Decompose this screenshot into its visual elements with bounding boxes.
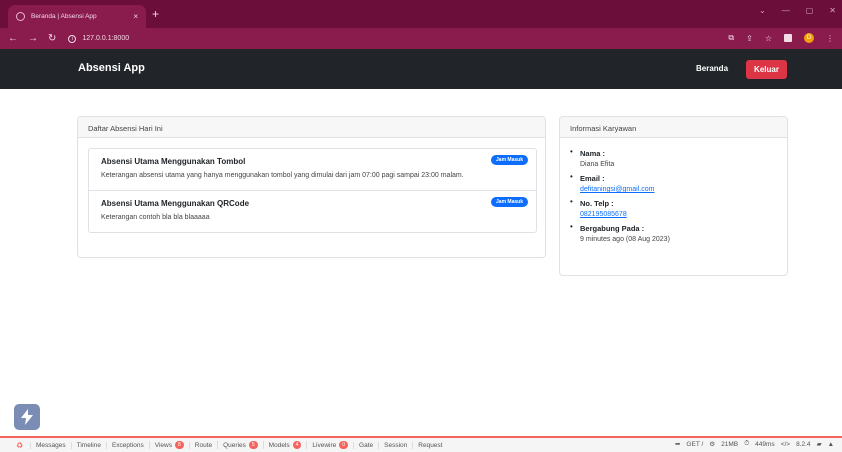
toolbar-icons: ⧉ ⇪ ☆ D ⋮ xyxy=(728,33,834,43)
count-badge: 8 xyxy=(174,441,184,449)
attendance-card-header: Daftar Absensi Hari Ini xyxy=(78,117,545,138)
debug-tab-views[interactable]: Views 8 xyxy=(148,441,189,449)
maximize-icon[interactable]: ▢ xyxy=(806,6,814,15)
request-method[interactable]: GET / xyxy=(686,441,703,448)
email-label: Email : xyxy=(580,174,605,183)
name-value: Diana Efita xyxy=(580,161,615,168)
address-bar: ← → ↻ i 127.0.0.1:8000 ⧉ ⇪ ☆ D ⋮ xyxy=(0,28,842,49)
phone-label: No. Telp : xyxy=(580,199,614,208)
globe-icon xyxy=(16,12,25,21)
phone-link[interactable]: 082195085678 xyxy=(580,209,670,220)
new-tab-icon[interactable]: + xyxy=(152,8,159,20)
list-item-description: Keterangan absensi utama yang hanya meng… xyxy=(101,172,464,179)
joined-value: 9 minutes ago (08 Aug 2023) xyxy=(580,236,670,243)
close-icon[interactable]: ✕ xyxy=(829,6,836,15)
logout-button[interactable]: Keluar xyxy=(746,60,787,79)
status-badge: Jam Masuk xyxy=(491,197,528,207)
debug-tab-gate[interactable]: Gate xyxy=(353,441,378,449)
attendance-item-qrcode[interactable]: Absensi Utama Menggunakan QRCode Keteran… xyxy=(89,191,536,232)
info-item-name: Nama : Diana Efita xyxy=(570,147,670,170)
info-item-email: Email : defitaningsi@gmail.com xyxy=(570,172,670,195)
debug-bar: ♻ Messages Timeline Exceptions Views 8 Ro… xyxy=(0,436,842,452)
employee-info-card: Informasi Karyawan Nama : Diana Efita Em… xyxy=(559,116,788,276)
attendance-list: Absensi Utama Menggunakan Tombol Keteran… xyxy=(88,148,537,233)
livewire-icon[interactable] xyxy=(14,404,40,430)
folder-icon[interactable]: ▰ xyxy=(817,440,822,448)
chevron-down-icon[interactable]: ⌄ xyxy=(759,6,766,15)
profile-avatar[interactable]: D xyxy=(804,33,814,43)
window-controls: ⌄ — ▢ ✕ xyxy=(759,6,836,15)
list-item-description: Keterangan contoh bla bla blaaaaa xyxy=(101,214,210,221)
nav-buttons: ← → ↻ xyxy=(8,33,56,44)
info-item-joined: Bergabung Pada : 9 minutes ago (08 Aug 2… xyxy=(570,222,670,245)
browser-tab[interactable]: Beranda | Absensi App × xyxy=(8,5,146,28)
url-field[interactable]: i 127.0.0.1:8000 xyxy=(68,34,130,43)
list-item-title: Absensi Utama Menggunakan QRCode xyxy=(101,199,250,208)
debug-stats: ➦ GET / ⚙ 21MB ⏱ 449ms </> 8.2.4 ▰ ▲ xyxy=(675,440,834,448)
sidebar-icon[interactable] xyxy=(784,34,792,42)
status-badge: Jam Masuk xyxy=(491,155,528,165)
menu-icon[interactable]: ⋮ xyxy=(826,34,834,43)
laravel-icon[interactable]: ♻ xyxy=(16,441,30,450)
debug-tab-timeline[interactable]: Timeline xyxy=(70,441,106,449)
info-item-phone: No. Telp : 082195085678 xyxy=(570,197,670,220)
php-version: 8.2.4 xyxy=(796,440,811,448)
count-badge: 0 xyxy=(339,441,349,449)
clock-icon: ⏱ xyxy=(744,440,750,447)
lightning-icon xyxy=(21,409,33,425)
debug-tab-session[interactable]: Session xyxy=(378,441,412,449)
employee-info-list: Nama : Diana Efita Email : defitaningsi@… xyxy=(570,147,670,248)
app-navbar: Absensi App Beranda Keluar xyxy=(0,49,842,89)
debug-tab-route[interactable]: Route xyxy=(188,441,217,449)
memory-usage[interactable]: 21MB xyxy=(721,441,738,448)
url-text: 127.0.0.1:8000 xyxy=(82,35,130,42)
request-time[interactable]: 449ms xyxy=(755,441,775,448)
name-label: Nama : xyxy=(580,149,606,158)
tab-close-icon[interactable]: × xyxy=(133,12,138,21)
back-icon[interactable]: ← xyxy=(8,33,18,44)
nav-link-home[interactable]: Beranda xyxy=(696,64,728,73)
joined-label: Bergabung Pada : xyxy=(580,224,645,233)
debug-tab-exceptions[interactable]: Exceptions xyxy=(105,441,149,449)
brand-logo[interactable]: Absensi App xyxy=(78,62,145,74)
attendance-card: Daftar Absensi Hari Ini Absensi Utama Me… xyxy=(77,116,546,258)
debug-tab-models[interactable]: Models 4 xyxy=(262,441,307,449)
count-badge: 4 xyxy=(292,441,302,449)
tab-title: Beranda | Absensi App xyxy=(31,13,97,20)
share-icon: ➦ xyxy=(674,441,681,448)
count-badge: 5 xyxy=(248,441,258,449)
gear-icon: ⚙ xyxy=(709,441,716,448)
translate-icon[interactable]: ⧉ xyxy=(728,33,734,43)
minimize-icon[interactable]: — xyxy=(782,6,790,15)
debug-tab-queries[interactable]: Queries 5 xyxy=(217,441,263,449)
browser-tab-bar: Beranda | Absensi App × + ⌄ — ▢ ✕ xyxy=(0,0,842,28)
debug-tab-request[interactable]: Request xyxy=(412,441,447,449)
email-link[interactable]: defitaningsi@gmail.com xyxy=(580,184,670,195)
debug-tab-messages[interactable]: Messages xyxy=(30,441,71,449)
star-icon[interactable]: ☆ xyxy=(765,34,772,43)
list-item-title: Absensi Utama Menggunakan Tombol xyxy=(101,157,246,166)
chevron-up-icon[interactable]: ▲ xyxy=(828,441,834,448)
debug-tab-livewire[interactable]: Livewire 0 xyxy=(306,441,353,449)
info-icon[interactable]: i xyxy=(68,34,77,43)
share-icon[interactable]: ⇪ xyxy=(746,34,753,43)
attendance-item-button[interactable]: Absensi Utama Menggunakan Tombol Keteran… xyxy=(89,149,536,191)
employee-card-header: Informasi Karyawan xyxy=(560,117,787,138)
reload-icon[interactable]: ↻ xyxy=(48,33,56,44)
code-icon: </> xyxy=(780,440,791,448)
forward-icon[interactable]: → xyxy=(28,33,38,44)
